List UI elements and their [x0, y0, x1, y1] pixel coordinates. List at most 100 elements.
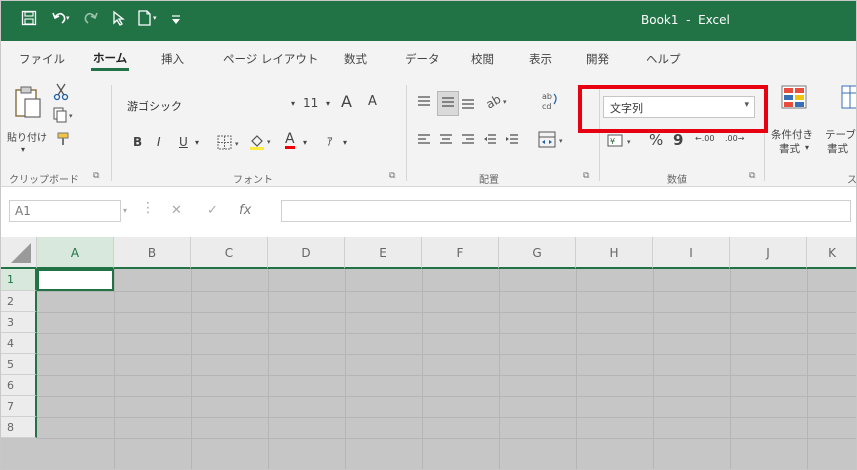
wrap-text-icon[interactable]: ab cd [541, 90, 559, 115]
underline-button[interactable]: U [179, 135, 188, 149]
conditional-formatting-icon[interactable] [781, 85, 809, 114]
column-header-b[interactable]: B [114, 237, 191, 269]
number-format-dropdown-icon[interactable]: ▾ [744, 100, 749, 110]
decrease-indent-icon[interactable] [483, 133, 497, 150]
name-box-dropdown-icon[interactable]: ▾ [123, 206, 127, 215]
tab-view[interactable]: 表示 [529, 51, 552, 67]
column-header-f[interactable]: F [422, 237, 499, 269]
format-as-table-icon[interactable] [841, 85, 856, 114]
row-header-8[interactable]: 8 [1, 417, 37, 438]
accounting-format-icon[interactable]: ¥ ▾ [607, 133, 639, 152]
undo-icon[interactable]: ▾ [51, 10, 71, 31]
tab-home[interactable]: ホーム [90, 50, 130, 71]
increase-decimal-button[interactable]: ←.00 [695, 134, 714, 143]
merge-center-icon[interactable]: ▾ [538, 131, 568, 152]
number-launcher-icon[interactable]: ⧉ [749, 171, 755, 181]
tab-file[interactable]: ファイル [19, 51, 65, 67]
percent-style-button[interactable]: % [649, 131, 663, 149]
conditional-formatting-dropdown-icon[interactable]: ▾ [805, 143, 809, 152]
column-header-a[interactable]: A [37, 237, 114, 269]
orientation-icon[interactable]: ab ▾ [483, 92, 511, 113]
cancel-icon[interactable]: ✕ [171, 203, 182, 218]
paste-label[interactable]: 貼り付け [7, 129, 47, 144]
italic-button[interactable]: I [157, 135, 161, 149]
styles-group-label-truncated: ス [847, 175, 857, 186]
row-header-2[interactable]: 2 [1, 291, 37, 312]
grow-font-button[interactable]: A [341, 92, 352, 111]
format-as-table-label-2[interactable]: 書式 [827, 141, 848, 156]
alignment-launcher-icon[interactable]: ⧉ [583, 171, 589, 181]
align-left-icon[interactable] [417, 133, 431, 150]
increase-indent-icon[interactable] [505, 133, 519, 150]
save-icon[interactable] [21, 10, 37, 31]
font-color-button[interactable]: A [285, 132, 295, 149]
font-color-dropdown-icon[interactable]: ▾ [303, 138, 307, 147]
clipboard-launcher-icon[interactable]: ⧉ [93, 171, 99, 181]
touch-mode-icon[interactable] [111, 10, 125, 31]
align-bottom-icon[interactable] [461, 95, 475, 112]
insert-function-button[interactable]: fx [239, 203, 251, 218]
column-header-k[interactable]: K [807, 237, 856, 269]
column-header-g[interactable]: G [499, 237, 576, 269]
select-all-button[interactable] [1, 237, 37, 269]
formula-input[interactable] [281, 200, 851, 222]
paste-dropdown-icon[interactable]: ▾ [21, 145, 25, 154]
bold-button[interactable]: B [133, 135, 142, 149]
svg-text:▾: ▾ [627, 138, 631, 146]
font-name-combo[interactable]: 游ゴシック [121, 95, 301, 117]
enter-icon[interactable]: ✓ [207, 203, 218, 218]
row-header-3[interactable]: 3 [1, 312, 37, 333]
font-name-dropdown-icon[interactable]: ▾ [291, 99, 295, 108]
conditional-formatting-label-2[interactable]: 書式 [779, 141, 800, 156]
underline-dropdown-icon[interactable]: ▾ [195, 138, 199, 147]
column-header-c[interactable]: C [191, 237, 268, 269]
row-header-4[interactable]: 4 [1, 333, 37, 354]
tab-help[interactable]: ヘルプ [646, 51, 681, 67]
number-format-combo[interactable]: 文字列 ▾ [603, 96, 755, 118]
row-header-6[interactable]: 6 [1, 375, 37, 396]
copy-icon[interactable]: ▾ [53, 107, 77, 126]
align-right-icon[interactable] [461, 133, 475, 150]
align-middle-icon[interactable] [437, 91, 459, 116]
conditional-formatting-label[interactable]: 条件付き [771, 127, 813, 142]
comma-style-button[interactable]: 9 [673, 131, 683, 149]
fill-color-icon[interactable]: ▾ [249, 133, 277, 154]
tab-formulas[interactable]: 数式 [344, 51, 367, 67]
shrink-font-button[interactable]: A [368, 94, 377, 109]
font-launcher-icon[interactable]: ⧉ [389, 171, 395, 181]
tab-data[interactable]: データ [405, 51, 440, 67]
svg-text:▾: ▾ [503, 98, 507, 106]
format-as-table-label[interactable]: テーブ [825, 127, 856, 142]
decrease-decimal-button[interactable]: .00→ [725, 134, 744, 143]
paste-icon[interactable] [13, 85, 43, 122]
font-size-dropdown-icon[interactable]: ▾ [326, 99, 330, 108]
phonetic-dropdown-icon[interactable]: ▾ [343, 138, 347, 147]
alignment-group-label: 配置 [479, 175, 499, 186]
column-header-h[interactable]: H [576, 237, 653, 269]
tab-page-layout[interactable]: ページ レイアウト [223, 51, 318, 67]
column-header-d[interactable]: D [268, 237, 345, 269]
cut-icon[interactable] [53, 83, 69, 104]
name-box[interactable]: A1 [9, 200, 121, 222]
new-document-icon[interactable]: ▾ [137, 10, 163, 31]
row-header-1[interactable]: 1 [1, 269, 37, 291]
row-header-5[interactable]: 5 [1, 354, 37, 375]
svg-text:▾: ▾ [153, 14, 157, 22]
column-header-i[interactable]: I [653, 237, 730, 269]
align-center-icon[interactable] [439, 133, 453, 150]
format-painter-icon[interactable] [55, 131, 71, 150]
number-group-label: 数値 [667, 175, 687, 186]
tab-review[interactable]: 校閲 [471, 51, 494, 67]
phonetic-guide-button[interactable]: ｱ [327, 133, 333, 149]
align-top-icon[interactable] [417, 95, 431, 112]
column-header-e[interactable]: E [345, 237, 422, 269]
tab-developer[interactable]: 開発 [586, 51, 609, 67]
customize-qat-icon[interactable] [171, 13, 181, 33]
font-size-value[interactable]: 11 [303, 96, 318, 110]
borders-icon[interactable]: ▾ [217, 135, 245, 154]
row-header-7[interactable]: 7 [1, 396, 37, 417]
tab-insert[interactable]: 挿入 [161, 51, 184, 67]
redo-icon[interactable] [81, 10, 101, 31]
column-header-j[interactable]: J [730, 237, 807, 269]
active-cell-a1[interactable] [37, 269, 114, 291]
